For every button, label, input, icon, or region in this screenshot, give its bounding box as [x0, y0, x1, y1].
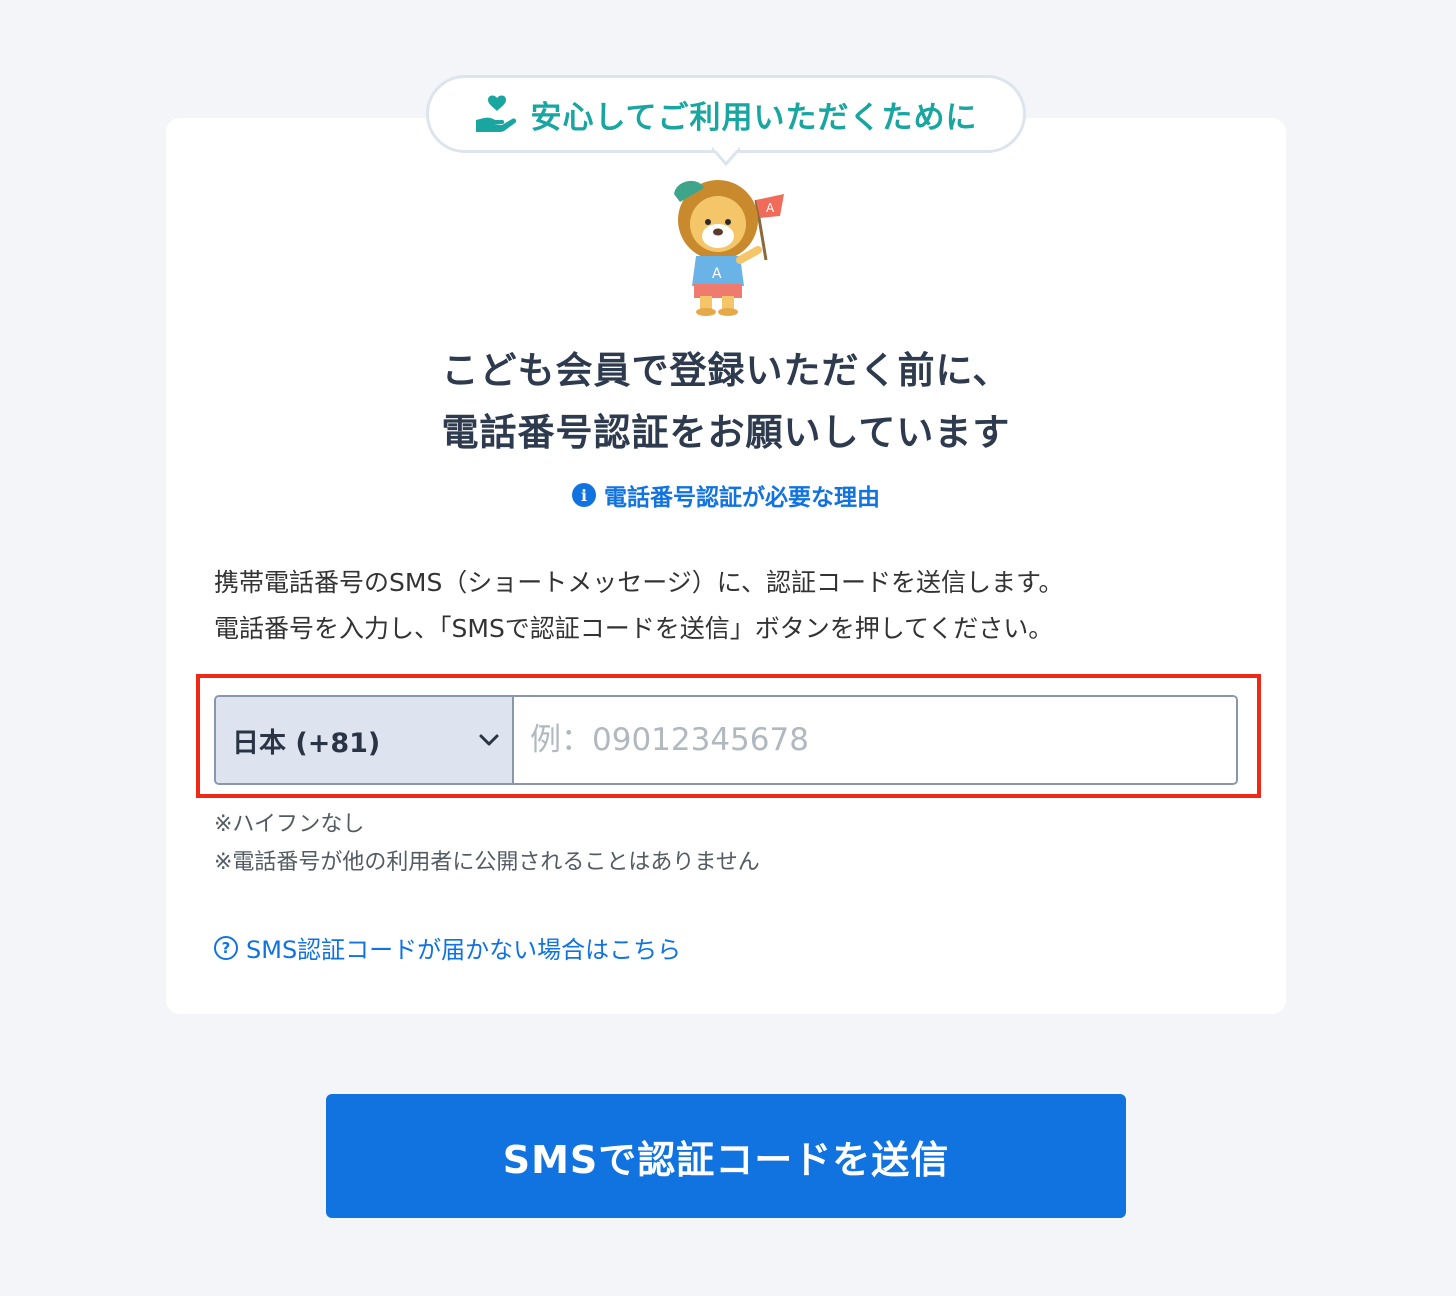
safety-badge-text: 安心してご利用いただくために — [530, 99, 978, 136]
instructions-line1: 携帯電話番号のSMS（ショートメッセージ）に、認証コードを送信します。 — [214, 568, 1064, 597]
page-heading-line1: こども会員で登録いただく前に、 — [441, 349, 1011, 392]
bubble-tail — [712, 146, 740, 166]
question-circle-icon: ? — [214, 935, 238, 960]
heart-hand-icon — [476, 95, 517, 132]
chevron-down-icon — [479, 734, 499, 746]
page-heading-line2: 電話番号認証をお願いしています — [441, 411, 1011, 454]
privacy-note: ※電話番号が他の利用者に公開されることはありません — [214, 850, 760, 875]
why-verification-label: 電話番号認証が必要な理由 — [604, 485, 880, 511]
lion-mascot-illustration: A A — [674, 180, 784, 316]
svg-text:A: A — [712, 266, 722, 282]
safety-badge: 安心してご利用いただくために — [426, 75, 1026, 153]
sms-not-received-link[interactable]: ? SMS認証コードが届かない場合はこちら — [214, 930, 681, 965]
why-verification-link[interactable]: i 電話番号認証が必要な理由 — [166, 478, 1286, 512]
phone-number-group: 日本 (+81) — [214, 695, 1238, 785]
send-sms-code-button[interactable]: SMSで認証コードを送信 — [326, 1094, 1126, 1218]
country-code-select[interactable]: 日本 (+81) — [216, 697, 514, 783]
info-icon: i — [572, 483, 596, 507]
sms-not-received-label: SMS認証コードが届かない場合はこちら — [246, 936, 682, 964]
instructions-text: 携帯電話番号のSMS（ショートメッセージ）に、認証コードを送信します。 電話番号… — [214, 560, 1244, 652]
no-hyphen-note: ※ハイフンなし — [214, 812, 365, 837]
instructions-line2: 電話番号を入力し、「SMSで認証コードを送信」ボタンを押してください。 — [214, 614, 1054, 643]
svg-text:A: A — [766, 201, 775, 215]
country-code-value: 日本 (+81) — [232, 727, 381, 759]
page-heading: こども会員で登録いただく前に、 電話番号認証をお願いしています — [166, 340, 1286, 464]
phone-number-input[interactable] — [514, 697, 1236, 783]
